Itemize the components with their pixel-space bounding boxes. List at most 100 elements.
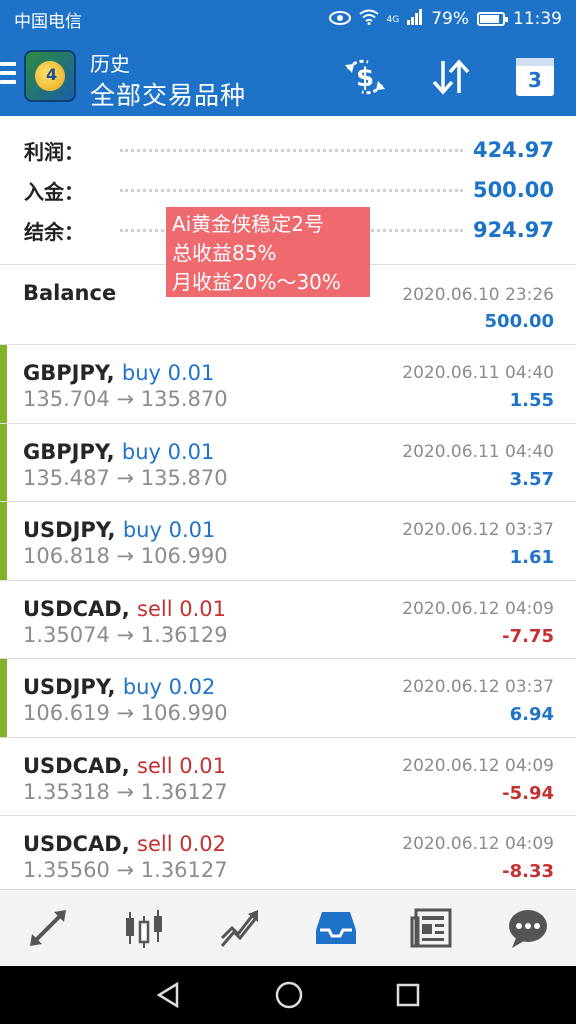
profit-value: 424.97 bbox=[472, 138, 554, 162]
deal-title: USDCAD, sell 0.02 bbox=[23, 832, 226, 856]
recents-icon[interactable] bbox=[395, 982, 421, 1008]
deal-profit: 1.55 bbox=[509, 390, 554, 411]
history-list: Balance 2020.06.10 23:26 500.00 GBPJPY, … bbox=[0, 264, 576, 894]
deal-title: GBPJPY, buy 0.01 bbox=[23, 361, 214, 385]
chat-icon bbox=[509, 910, 547, 948]
nav-history[interactable] bbox=[306, 898, 366, 958]
deal-title: USDCAD, sell 0.01 bbox=[23, 754, 226, 778]
deal-profit: -5.94 bbox=[502, 782, 554, 804]
deal-row[interactable]: USDJPY, buy 0.01 106.818 → 106.990 2020.… bbox=[0, 501, 576, 580]
deal-row[interactable]: USDCAD, sell 0.01 1.35318 → 1.36127 2020… bbox=[0, 736, 576, 815]
deal-title: GBPJPY, buy 0.01 bbox=[23, 440, 214, 464]
sort-button[interactable] bbox=[428, 54, 474, 100]
promo-overlay: Ai黄金侠稳定2号 总收益85% 月收益20%～30% bbox=[166, 207, 370, 297]
dotted-leader bbox=[120, 148, 463, 152]
deal-prices: 106.619 → 106.990 bbox=[23, 701, 228, 725]
deal-symbol: USDJPY, bbox=[23, 675, 116, 699]
profit-label: 利润： bbox=[24, 139, 84, 164]
battery-icon bbox=[477, 12, 508, 26]
deal-row[interactable]: USDCAD, sell 0.02 1.35560 → 1.36127 2020… bbox=[0, 815, 576, 894]
deal-direction: buy 0.01 bbox=[121, 361, 215, 385]
deal-direction: sell 0.01 bbox=[137, 753, 226, 778]
system-nav-bar bbox=[0, 966, 576, 1024]
deal-date: 2020.06.11 04:40 bbox=[402, 441, 554, 462]
deal-date: 2020.06.12 04:09 bbox=[402, 755, 554, 776]
dotted-leader bbox=[120, 188, 463, 192]
battery-percent: 79% bbox=[431, 9, 469, 29]
win-indicator bbox=[0, 345, 7, 423]
balance-amount: 500.00 bbox=[484, 311, 554, 332]
wifi-icon bbox=[358, 9, 379, 30]
status-bar: 中国电信 4G 79% 11:39 bbox=[0, 0, 576, 38]
signal-icon bbox=[407, 8, 423, 30]
deal-direction: sell 0.01 bbox=[137, 596, 226, 621]
deposit-value: 500.00 bbox=[472, 178, 554, 202]
clock: 11:39 bbox=[513, 9, 562, 29]
menu-icon[interactable] bbox=[0, 62, 16, 88]
deposit-label: 入金： bbox=[24, 179, 84, 204]
news-icon bbox=[410, 908, 452, 948]
deal-date: 2020.06.12 03:37 bbox=[402, 677, 554, 697]
balance-title: Balance bbox=[23, 281, 117, 305]
network-type-label: 4G bbox=[386, 14, 400, 25]
deal-symbol: GBPJPY, bbox=[23, 439, 115, 464]
deal-prices: 1.35318 → 1.36127 bbox=[23, 779, 228, 804]
currency-exchange-button[interactable]: $ bbox=[342, 54, 388, 100]
deal-date: 2020.06.12 03:37 bbox=[402, 520, 554, 540]
win-indicator bbox=[0, 423, 7, 501]
eye-icon bbox=[328, 10, 351, 29]
calendar-button[interactable]: 3 bbox=[512, 54, 558, 100]
summary-profit-row: 利润： 424.97 bbox=[24, 130, 554, 170]
currency-exchange-icon: $ bbox=[345, 59, 385, 95]
deal-prices: 106.818 → 106.990 bbox=[23, 544, 228, 568]
candlestick-chart-icon bbox=[126, 910, 162, 948]
svg-text:$: $ bbox=[356, 63, 374, 93]
deal-prices: 1.35560 → 1.36127 bbox=[23, 858, 228, 882]
deal-symbol: GBPJPY, bbox=[23, 361, 115, 385]
deal-profit: 3.57 bbox=[509, 468, 554, 490]
trend-chart-icon bbox=[220, 910, 258, 947]
deal-row[interactable]: GBPJPY, buy 0.01 135.704 → 135.870 2020.… bbox=[0, 344, 576, 423]
carrier-label: 中国电信 bbox=[14, 11, 82, 32]
balance-value: 924.97 bbox=[472, 218, 554, 242]
promo-line-2: 总收益85% bbox=[172, 241, 277, 265]
deal-date: 2020.06.12 04:09 bbox=[402, 598, 554, 619]
deal-profit: -8.33 bbox=[502, 861, 554, 882]
deal-symbol: USDJPY, bbox=[23, 518, 116, 542]
app-bar: 4 历史 全部交易品种 $ 3 bbox=[0, 38, 576, 116]
deal-symbol: USDCAD, bbox=[23, 753, 130, 778]
bottom-nav bbox=[0, 889, 576, 966]
page-title: 历史 bbox=[90, 52, 130, 76]
home-icon[interactable] bbox=[274, 980, 304, 1010]
status-icons: 4G 79% 11:39 bbox=[328, 8, 562, 30]
balance-label: 结余： bbox=[24, 219, 84, 244]
deal-row[interactable]: USDCAD, sell 0.01 1.35074 → 1.36129 2020… bbox=[0, 579, 576, 658]
deal-prices: 1.35074 → 1.36129 bbox=[23, 622, 228, 647]
deal-prices: 135.487 → 135.870 bbox=[23, 465, 228, 490]
deal-profit: 6.94 bbox=[509, 704, 554, 725]
deal-direction: sell 0.02 bbox=[137, 832, 226, 856]
deal-symbol: USDCAD, bbox=[23, 596, 130, 621]
battery-fill bbox=[480, 15, 499, 23]
nav-news[interactable] bbox=[402, 898, 462, 958]
deal-row[interactable]: USDJPY, buy 0.02 106.619 → 106.990 2020.… bbox=[0, 658, 576, 737]
nav-quotes[interactable] bbox=[18, 898, 78, 958]
deal-date: 2020.06.12 04:09 bbox=[402, 834, 554, 854]
deal-symbol: USDCAD, bbox=[23, 832, 130, 856]
summary-deposit-row: 入金： 500.00 bbox=[24, 170, 554, 210]
symbol-filter[interactable]: 全部交易品种 bbox=[90, 76, 246, 112]
deal-direction: buy 0.02 bbox=[122, 675, 216, 699]
deal-title: USDJPY, buy 0.02 bbox=[23, 675, 215, 699]
deal-title: USDCAD, sell 0.01 bbox=[23, 597, 226, 621]
nav-trade[interactable] bbox=[210, 898, 270, 958]
deal-title: USDJPY, buy 0.01 bbox=[23, 518, 215, 542]
nav-charts[interactable] bbox=[114, 898, 174, 958]
nav-chat[interactable] bbox=[498, 898, 558, 958]
calendar-icon: 3 bbox=[516, 58, 554, 96]
app-logo[interactable]: 4 bbox=[24, 50, 76, 102]
deal-row[interactable]: GBPJPY, buy 0.01 135.487 → 135.870 2020.… bbox=[0, 422, 576, 501]
deal-date: 2020.06.11 04:40 bbox=[402, 363, 554, 383]
deal-direction: buy 0.01 bbox=[122, 518, 216, 542]
back-icon[interactable] bbox=[155, 981, 183, 1009]
promo-line-3: 月收益20%～30% bbox=[172, 270, 341, 294]
